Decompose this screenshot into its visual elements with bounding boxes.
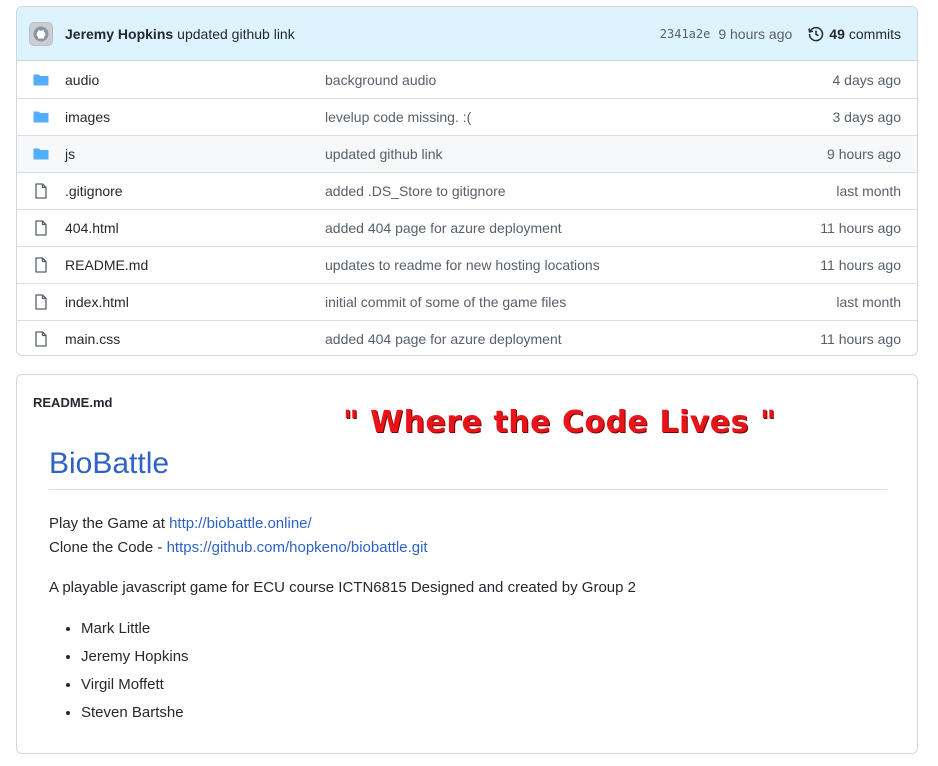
clone-line: Clone the Code - https://github.com/hopk… — [49, 539, 428, 556]
avatar[interactable] — [29, 21, 53, 46]
clone-prefix: Clone the Code - — [49, 539, 167, 556]
file-commit-message[interactable]: updated github link — [325, 146, 827, 162]
file-icon — [33, 331, 49, 347]
file-commit-message[interactable]: background audio — [325, 72, 833, 88]
folder-icon — [33, 109, 49, 125]
readme-description: A playable javascript game for ECU cours… — [49, 579, 636, 596]
file-row-audio[interactable]: audio background audio 4 days ago — [17, 61, 917, 98]
overlay-caption: " Where the Code Lives " — [343, 405, 777, 440]
readme-title: BioBattle — [49, 447, 887, 490]
file-age: last month — [836, 183, 901, 199]
file-row-main-css[interactable]: main.css added 404 page for azure deploy… — [17, 320, 917, 355]
file-commit-message[interactable]: initial commit of some of the game files — [325, 294, 836, 310]
file-list: audio background audio 4 days ago images… — [17, 61, 917, 355]
commit-count: 49 — [829, 25, 845, 42]
folder-icon — [33, 146, 49, 162]
team-list: Mark Little Jeremy Hopkins Virgil Moffet… — [49, 615, 189, 727]
file-name[interactable]: .gitignore — [65, 183, 325, 199]
file-age: 3 days ago — [832, 109, 902, 125]
file-row-js[interactable]: js updated github link 9 hours ago — [17, 135, 917, 172]
history-icon — [808, 26, 824, 41]
list-item: Virgil Moffett — [81, 671, 189, 699]
file-age: 9 hours ago — [827, 146, 901, 162]
file-name[interactable]: 404.html — [65, 220, 325, 236]
file-commit-message[interactable]: levelup code missing. :( — [325, 109, 833, 125]
file-browser: Jeremy Hopkins updated github link 2341a… — [16, 6, 918, 356]
file-row-gitignore[interactable]: .gitignore added .DS_Store to gitignore … — [17, 172, 917, 209]
file-name[interactable]: index.html — [65, 294, 325, 310]
readme-filename[interactable]: README.md — [33, 395, 112, 410]
play-prefix: Play the Game at — [49, 515, 170, 532]
file-age: last month — [836, 294, 901, 310]
play-line: Play the Game at http://biobattle.online… — [49, 515, 312, 532]
file-name[interactable]: js — [65, 146, 325, 162]
file-row-404[interactable]: 404.html added 404 page for azure deploy… — [17, 209, 917, 246]
commit-count-label: commits — [848, 25, 901, 42]
file-row-images[interactable]: images levelup code missing. :( 3 days a… — [17, 98, 917, 135]
commit-sha[interactable]: 2341a2e — [660, 27, 711, 41]
latest-commit-bar: Jeremy Hopkins updated github link 2341a… — [17, 7, 917, 61]
file-icon — [33, 220, 49, 236]
file-name[interactable]: README.md — [65, 257, 325, 273]
file-commit-message[interactable]: added 404 page for azure deployment — [325, 220, 820, 236]
file-commit-message[interactable]: updates to readme for new hosting locati… — [325, 257, 820, 273]
file-name[interactable]: audio — [65, 72, 325, 88]
github-icon — [33, 26, 49, 41]
file-name[interactable]: main.css — [65, 331, 325, 347]
clone-link[interactable]: https://github.com/hopkeno/biobattle.git — [167, 539, 428, 556]
readme-panel: README.md " Where the Code Lives " BioBa… — [16, 374, 918, 754]
commits-link[interactable]: 49 commits — [808, 26, 901, 42]
file-commit-message[interactable]: added .DS_Store to gitignore — [325, 183, 836, 199]
file-name[interactable]: images — [65, 109, 325, 125]
commit-message[interactable]: updated github link — [177, 26, 295, 42]
list-item: Steven Bartshe — [81, 699, 189, 727]
commit-author[interactable]: Jeremy Hopkins — [65, 26, 173, 42]
play-link[interactable]: http://biobattle.online/ — [169, 515, 312, 532]
file-row-readme[interactable]: README.md updates to readme for new host… — [17, 246, 917, 283]
file-icon — [33, 257, 49, 273]
file-age: 11 hours ago — [820, 331, 901, 347]
file-icon — [33, 183, 49, 199]
file-row-index[interactable]: index.html initial commit of some of the… — [17, 283, 917, 320]
list-item: Jeremy Hopkins — [81, 643, 189, 671]
list-item: Mark Little — [81, 615, 189, 643]
file-age: 4 days ago — [832, 71, 902, 88]
folder-icon — [33, 72, 49, 88]
file-age: 11 hours ago — [820, 220, 901, 236]
commit-time: 9 hours ago — [718, 25, 793, 42]
file-icon — [33, 294, 49, 310]
file-age: 11 hours ago — [820, 257, 901, 273]
file-commit-message[interactable]: added 404 page for azure deployment — [325, 331, 820, 347]
